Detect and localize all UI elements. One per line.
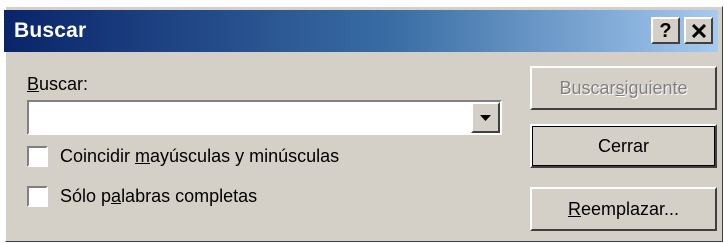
find-combobox[interactable] xyxy=(27,100,502,135)
find-input[interactable] xyxy=(29,102,486,133)
match-case-checkbox[interactable] xyxy=(27,146,48,167)
close-button[interactable]: Cerrar xyxy=(530,124,717,168)
close-window-button[interactable] xyxy=(684,17,713,44)
help-button[interactable]: ? xyxy=(651,17,680,44)
chevron-down-icon xyxy=(480,109,491,127)
help-icon: ? xyxy=(659,19,672,42)
replace-button[interactable]: Reemplazar... xyxy=(530,187,717,231)
whole-words-label: Sólo palabras completas xyxy=(60,186,258,206)
find-dropdown-button[interactable] xyxy=(471,102,500,133)
whole-words-checkbox[interactable] xyxy=(27,186,48,207)
match-case-option[interactable]: Coincidir mayúsculas y minúsculas xyxy=(27,146,339,167)
match-case-label: Coincidir mayúsculas y minúsculas xyxy=(60,146,340,166)
dialog-title: Buscar xyxy=(14,19,87,42)
title-bar[interactable]: Buscar ? xyxy=(4,10,718,52)
find-next-button[interactable]: Buscar s iguiente xyxy=(530,66,717,110)
find-label: Buscar: xyxy=(27,74,89,94)
whole-words-option[interactable]: Sólo palabras completas xyxy=(27,186,257,207)
close-icon xyxy=(691,23,706,38)
